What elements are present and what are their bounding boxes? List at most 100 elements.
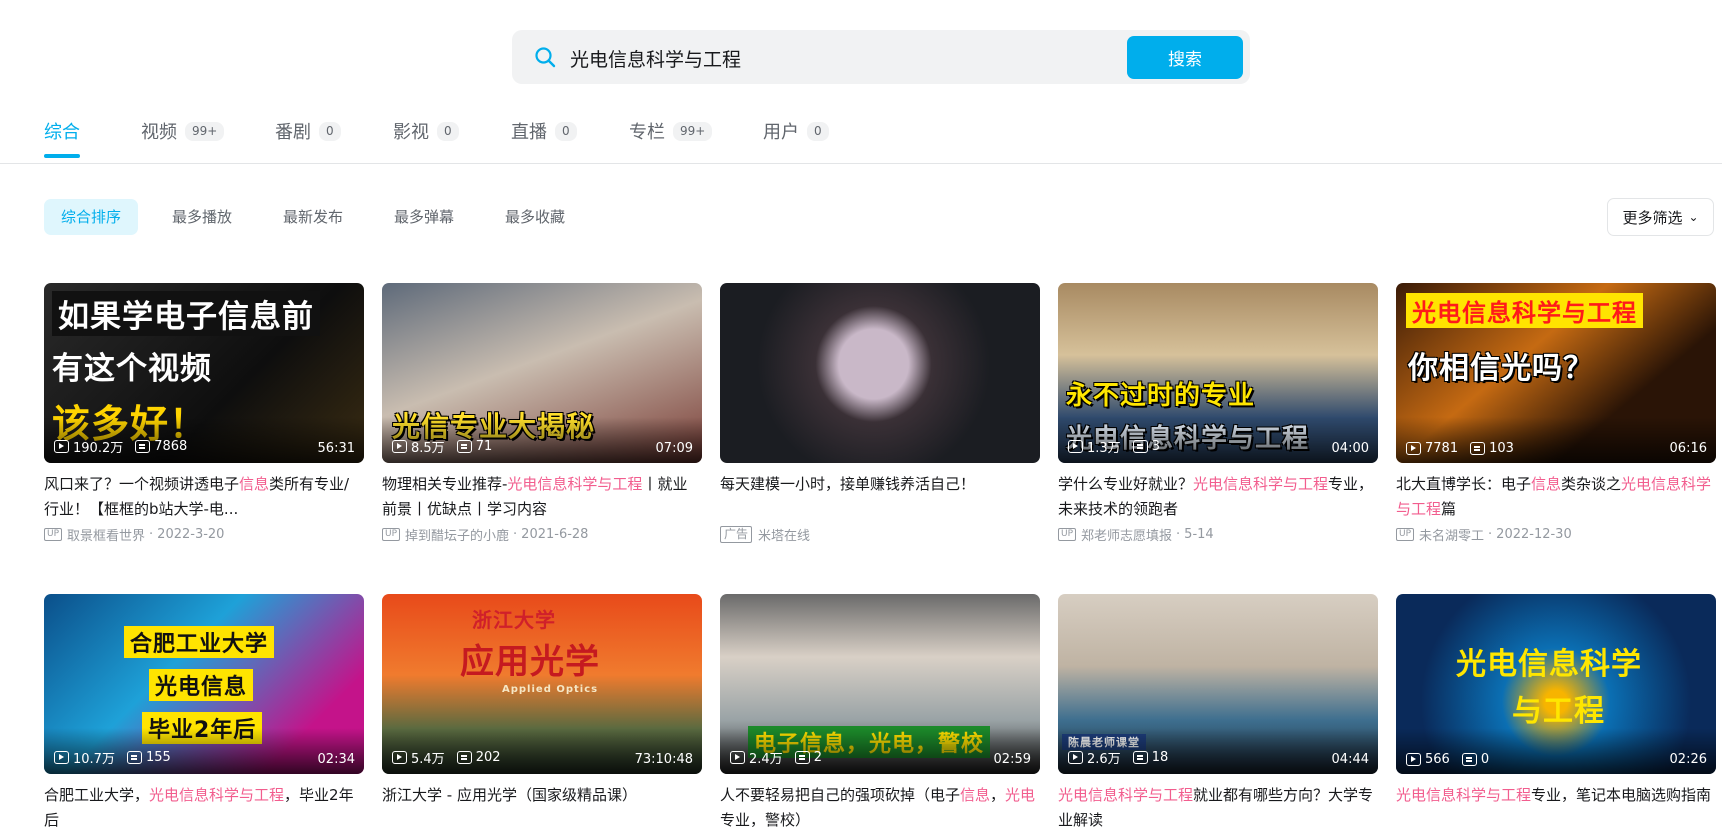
meta-separator: · [1176,527,1181,542]
video-thumbnail[interactable]: 光信专业大揭秘8.5万7107:09 [382,283,702,463]
upload-date: 2022-3-20 [157,527,225,542]
danmaku-icon [135,440,151,453]
sort-most-favorites[interactable]: 最多收藏 [488,199,582,235]
video-title[interactable]: 光电信息科学与工程就业都有哪些方向？大学专业解读 [1058,783,1378,833]
video-stats: 5.4万 202 [392,748,513,767]
video-title[interactable]: 每天建模一小时，接单赚钱养活自己！ [720,472,1040,522]
video-title[interactable]: 物理相关专业推荐-光电信息科学与工程丨就业前景丨优缺点丨学习内容 [382,472,702,522]
video-thumbnail[interactable]: 合肥工业大学光电信息毕业2年后10.7万15502:34 [44,594,364,774]
thumbnail-caption: 永不过时的专业 [1066,381,1256,411]
tab-articles[interactable]: 专栏 99+ [629,116,713,146]
video-thumbnail[interactable]: 光电信息科学与工程 你相信光吗？ 7781 103 06:16 [1396,283,1716,463]
tab-video[interactable]: 视频 99+ [141,116,225,146]
video-thumbnail[interactable]: 电子信息，光电，警校2.4万202:59 [720,594,1040,774]
tab-label: 影视 [393,122,429,143]
sort-most-played[interactable]: 最多播放 [155,199,249,235]
search-input[interactable] [568,40,1112,76]
danmaku-count: 7868 [135,439,187,454]
play-count-icon [392,440,407,453]
danmaku-count: 18 [1132,750,1168,765]
video-duration: 06:16 [1669,441,1707,456]
video-thumbnail[interactable]: 陈晨老师课堂2.6万1804:44 [1058,594,1378,774]
uploader-name[interactable]: 未名湖零工 [1419,525,1484,544]
view-count-text: 566 [1425,752,1450,767]
meta-separator: · [513,527,518,542]
view-count-text: 7781 [1425,441,1459,456]
video-title[interactable]: 风口来了？一个视频讲透电子信息类所有专业/行业！【框框的b站大学-电... [44,472,364,522]
video-duration: 73:10:48 [634,752,693,767]
video-duration: 07:09 [655,441,693,456]
more-filters-button[interactable]: 更多筛选 ⌄ [1607,198,1714,236]
play-count-icon [54,440,69,453]
video-card: 光电信息科学 与工程 566 0 02:26 光电信息科学与工程专业，笔记本电脑选购指南 [1396,594,1716,833]
video-stats: 2.6万 18 [1068,748,1180,767]
tab-label: 综合 [44,122,80,143]
danmaku-count: 2 [794,750,822,765]
tab-movies[interactable]: 影视 0 [393,116,459,146]
title-text: 专业，警校） [720,811,811,829]
video-card: 电子信息，光电，警校2.4万202:59人不要轻易把自己的强项砍掉（电子信息，光… [720,594,1040,833]
uploader-name[interactable]: 郑老师志愿填报 [1081,525,1172,544]
title-text: 合肥工业大学， [44,786,150,804]
tab-count-badge: 0 [555,121,577,141]
uploader-name[interactable]: 掉到醋坛子的小鹿 [405,525,509,544]
view-count-text: 5.4万 [411,752,445,767]
tab-label: 番剧 [275,122,311,143]
upload-date: 2021-6-28 [521,527,589,542]
thumbnail-caption: 浙江大学 [472,608,556,632]
video-thumbnail[interactable]: 浙江大学 应用光学 Applied Optics 5.4万 202 73:10:48 [382,594,702,774]
video-card: 每天建模一小时，接单赚钱养活自己！ 广告 米塔在线 [720,283,1040,544]
video-duration: 04:00 [1331,441,1369,456]
danmaku-count: 0 [1461,752,1489,767]
sort-newest[interactable]: 最新发布 [266,199,360,235]
video-title[interactable]: 学什么专业好就业？光电信息科学与工程专业，未来技术的领跑者 [1058,472,1378,522]
danmaku-icon [456,440,472,453]
tab-label: 直播 [511,122,547,143]
search-button[interactable]: 搜索 [1127,36,1243,79]
danmaku-count: 103 [1470,441,1514,456]
danmaku-icon [794,751,810,764]
sort-most-danmaku[interactable]: 最多弹幕 [377,199,471,235]
danmaku-icon [1132,751,1148,764]
video-stats: 7781 103 [1406,441,1526,456]
video-title[interactable]: 光电信息科学与工程专业，笔记本电脑选购指南 [1396,783,1716,833]
keyword-highlight: 信息 [1531,475,1562,493]
video-thumbnail[interactable]: 永不过时的专业光电信息科学与工程1.3万304:00 [1058,283,1378,463]
video-meta: UP 取景框看世界 · 2022-3-20 [44,525,364,544]
danmaku-count-text: 3 [1151,439,1160,454]
sort-default[interactable]: 综合排序 [44,199,139,235]
video-title[interactable]: 合肥工业大学，光电信息科学与工程，毕业2年后 [44,783,364,833]
thumbnail-caption: 如果学电子信息前 [52,291,320,336]
meta-separator: · [1488,527,1493,542]
play-count-icon [1406,753,1421,766]
tab-users[interactable]: 用户 0 [763,116,829,146]
danmaku-count-text: 202 [475,750,501,765]
video-thumbnail[interactable] [720,283,1040,463]
tab-live[interactable]: 直播 0 [511,116,577,146]
uploader-icon: UP [1396,528,1415,541]
play-count-icon [1068,440,1083,453]
view-count: 1.3万 [1068,437,1121,456]
title-text: 每天建模一小时，接单赚钱养活自己！ [720,475,976,493]
tab-count-badge: 0 [807,121,829,141]
tab-bangumi[interactable]: 番剧 0 [275,116,341,146]
tab-label: 用户 [763,122,799,143]
video-title[interactable]: 人不要轻易把自己的强项砍掉（电子信息，光电专业，警校） [720,783,1040,833]
thumbnail-caption: Applied Optics [502,684,599,695]
uploader-icon: UP [382,528,401,541]
danmaku-count-text: 155 [145,750,171,765]
uploader-name[interactable]: 米塔在线 [758,525,810,544]
danmaku-icon [456,751,472,764]
thumbnail-caption: 合肥工业大学 [124,626,275,658]
video-title[interactable]: 北大直博学长：电子信息类杂谈之光电信息科学与工程篇 [1396,472,1716,522]
video-title[interactable]: 浙江大学 - 应用光学（国家级精品课） [382,783,702,833]
search-icon[interactable] [534,46,556,68]
keyword-highlight: 光电信息科学与工程 [1058,786,1194,804]
video-thumbnail[interactable]: 光电信息科学 与工程 566 0 02:26 [1396,594,1716,774]
tab-all[interactable]: 综合 [44,116,80,146]
video-thumbnail[interactable]: 如果学电子信息前有这个视频该多好！190.2万786856:31 [44,283,364,463]
view-count: 2.4万 [730,748,783,767]
video-meta: 广告 米塔在线 [720,525,1040,544]
video-stats: 8.5万 71 [392,437,504,456]
uploader-name[interactable]: 取景框看世界 [67,525,145,544]
